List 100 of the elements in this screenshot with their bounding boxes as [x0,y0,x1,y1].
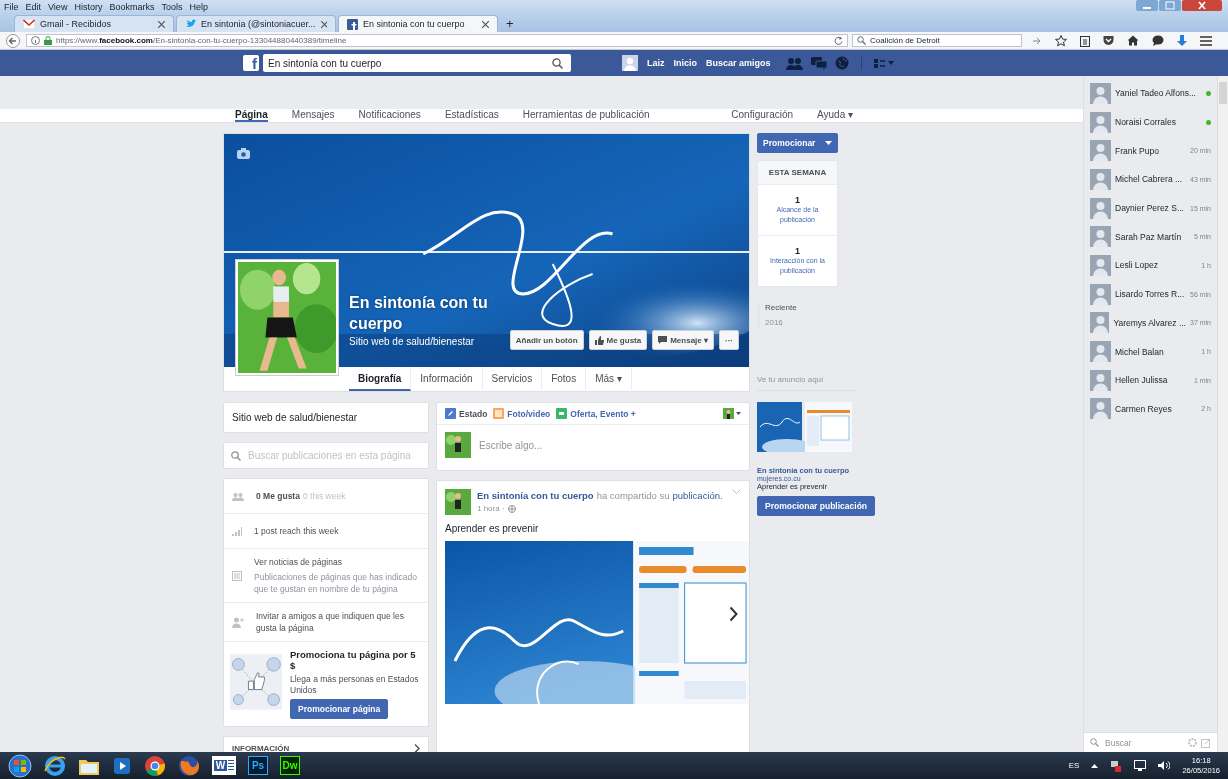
profile-tab[interactable]: Servicios [482,367,543,391]
close-icon[interactable] [482,20,489,28]
composer-tab[interactable]: Estado [445,408,488,419]
download-icon[interactable] [1177,34,1187,47]
contact-item[interactable]: Yaniel Tadeo Alfons... [1084,79,1217,108]
link[interactable]: Invitar a amigos a que indiquen que les gusta la página [256,610,420,634]
page-menu-link[interactable]: Configuración [731,109,794,122]
messages-icon[interactable] [810,56,827,70]
close-icon[interactable] [320,20,327,28]
page-icon [347,18,358,30]
timeline-year[interactable]: Reciente [765,303,797,312]
shield-icon[interactable] [1103,35,1114,46]
composer-tab[interactable]: Oferta, Evento + [556,408,636,419]
clipboard-icon[interactable] [1080,34,1090,47]
new-tab-button[interactable]: + [500,15,520,32]
contact-item[interactable]: Noraisi Corrales [1084,107,1217,137]
home-icon[interactable] [1127,35,1139,46]
search-icon[interactable] [552,57,563,69]
friends-icon[interactable] [785,56,803,70]
page-tab[interactable]: Notificaciones [358,109,421,122]
browser-tab[interactable]: Gmail - Recibidos [14,15,174,32]
start-button[interactable] [8,753,32,778]
back-icon[interactable] [6,33,22,48]
search-icon [1090,738,1099,747]
dreamweaver-icon[interactable]: Dw [280,756,300,775]
post-link[interactable]: publicación. [672,489,723,502]
page-tab[interactable]: Mensajes [291,109,335,122]
reload-icon[interactable] [834,36,843,45]
chat-search-bar[interactable]: Buscar [1084,732,1217,752]
search-field[interactable]: En sintonía con tu cuerpo [263,54,571,72]
close-icon[interactable] [1182,0,1222,11]
page-tab[interactable]: Estadísticas [444,109,499,122]
media-player-icon[interactable] [112,755,132,776]
section-heading: INFORMACIÓN [232,744,290,753]
avatar-icon [445,489,471,515]
chrome-icon[interactable] [144,754,166,777]
flag-icon[interactable] [1110,759,1123,772]
promote-button[interactable]: Promocionar [757,133,838,153]
menu-icon[interactable] [1200,35,1212,46]
word-icon[interactable]: W [212,756,236,775]
page-menu-link[interactable]: Ayuda ▾ [817,109,853,122]
star-icon[interactable] [1055,34,1067,47]
search-field[interactable]: Buscar publicaciones en esta página [223,442,429,469]
close-icon[interactable] [158,20,165,28]
network-icon[interactable] [1134,760,1147,771]
promote-post-button[interactable]: Promocionar publicación [757,496,876,516]
menu-item[interactable]: File [4,1,19,12]
bird-icon [185,19,196,29]
page-tab[interactable]: Herramientas de publicación [522,109,650,122]
search-field[interactable]: Coalición de Detroit [852,34,1022,47]
menu-item[interactable]: Tools [161,1,183,12]
browser-icon[interactable] [44,754,66,777]
speaker-icon[interactable] [1158,760,1171,771]
menu-item[interactable]: Edit [25,1,42,12]
avatar-icon [445,432,471,458]
profile-tab[interactable]: Fotos [542,367,587,391]
language-indicator[interactable]: ES [1068,761,1080,770]
bar-chart-icon [232,526,242,536]
profile-tab[interactable]: Información [411,367,483,391]
arrow-icon[interactable] [1032,35,1042,46]
chat-bubble-icon[interactable] [1152,35,1164,46]
nav-link[interactable]: Inicio [673,58,698,68]
avatar-icon [1090,254,1111,276]
author-link[interactable]: En sintonía con tu cuerpo [477,489,594,502]
avatar-icon [1090,197,1111,219]
avatar-icon [1090,369,1111,391]
menu-item[interactable]: Bookmarks [109,1,155,12]
menu-item[interactable]: View [48,1,68,12]
profile-link[interactable]: Laiz [647,58,665,68]
profile-tab[interactable]: Más ▾ [586,367,632,391]
mail-icon [23,19,35,29]
stat-note: Publicaciones de páginas que has indicado que te gustan en nombre de tu página [254,571,419,595]
menu-item[interactable]: Help [189,1,208,12]
composer-tab[interactable]: Foto/video [493,408,551,419]
avatar-icon [1090,82,1111,104]
promo-title: Promociona tu página por 5 $ [290,649,417,671]
avatar-icon [1090,341,1111,363]
page-tab[interactable]: Página [235,109,268,122]
promote-page-button[interactable]: Promocionar página [290,699,389,719]
address-field[interactable]: https://www.facebook.com/En-sintonia-con-tu-cuerpo-133044880440389/timeline [26,34,848,47]
profile-tab[interactable]: Biografía [349,367,412,391]
menu-item[interactable]: History [74,1,103,12]
photoshop-icon[interactable]: Ps [248,756,268,775]
tag-icon [556,408,568,419]
avatar-icon[interactable] [723,408,741,419]
link[interactable]: Ver noticias de páginas [254,556,342,568]
card-title: ESTA SEMANA [758,161,837,184]
chevron-icon[interactable] [414,744,420,753]
scrollbar-thumb[interactable] [1219,82,1227,104]
caret-icon[interactable] [1091,763,1099,768]
browser-tab[interactable]: En sintonia con tu cuerpo [338,15,498,32]
firefox-icon[interactable] [178,754,200,777]
lock-icon [44,36,52,45]
browser-tab[interactable]: En sintonia (@sintoniacuer... [176,15,336,32]
nav-link[interactable]: Buscar amigos [706,58,771,68]
ad-heading: Ve tu anuncio aquí [757,375,857,391]
globe-icon[interactable] [834,56,849,70]
logo[interactable]: f [243,55,259,71]
search-icon [231,451,241,461]
settings-icon[interactable] [873,58,894,68]
